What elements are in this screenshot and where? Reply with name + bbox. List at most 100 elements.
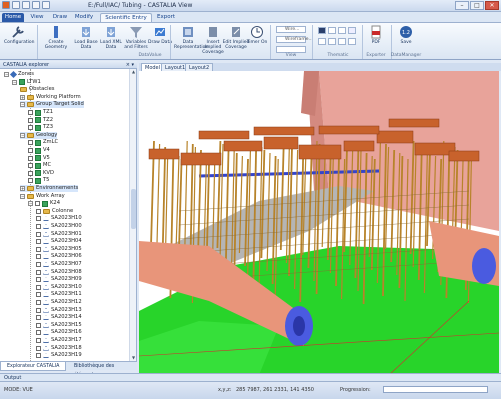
app-icon[interactable] [2,1,10,9]
explorer-scrollbar[interactable]: ▲ ▼ [129,69,136,361]
collapse-icon[interactable]: − [28,201,33,207]
visibility-checkbox[interactable] [28,163,33,169]
qat-undo-icon[interactable] [22,1,30,9]
tree-node[interactable]: + Working Platform [20,94,81,101]
tree-node[interactable]: − Group Target Solid [20,101,84,109]
tab-explorateur[interactable]: Explorateur CASTALIA [0,362,66,371]
close-button[interactable]: ✕ [485,1,499,10]
tree-node[interactable]: SA2023H10 [36,284,82,291]
tree-node[interactable]: SA2023H00 [36,223,82,230]
data-representation-button[interactable]: Data Representation [174,25,208,50]
tree-node[interactable]: SA2023H06 [36,253,82,260]
expand-icon[interactable]: + [20,94,25,100]
tab-draw[interactable]: Draw [50,13,70,22]
visibility-checkbox[interactable] [36,246,41,252]
visibility-checkbox[interactable] [36,292,41,298]
tree-node[interactable]: V5 [28,155,50,162]
pdf-button[interactable]: PDF [362,25,390,45]
collapse-icon[interactable]: − [20,132,25,138]
tree-node[interactable]: SA2023H05 [36,246,82,253]
tree-node[interactable]: − K24 [28,200,60,207]
tab-export[interactable]: Export [155,13,177,22]
tab-view[interactable]: View [28,13,46,22]
visibility-checkbox[interactable] [36,224,41,229]
tree-node[interactable]: MC [28,162,51,169]
tree-node[interactable]: SA2023H11 [36,291,82,298]
line-style-swatch[interactable] [338,27,346,34]
visibility-checkbox[interactable] [36,262,41,267]
tree-node[interactable]: ZmLC [28,139,58,146]
tree-node[interactable]: TZ3 [28,124,53,131]
render-mode-combo[interactable]: Wire... [276,26,306,33]
load-xml-data-button[interactable]: Load XML Data [97,25,125,50]
visibility-checkbox[interactable] [36,300,41,305]
tab-modify[interactable]: Modify [72,13,96,22]
tree-node[interactable]: SA2023H18 [36,345,82,352]
visibility-checkbox[interactable] [36,338,41,343]
tree-node[interactable]: − LTW1 [12,79,41,86]
tree-node[interactable]: V4 [28,147,50,154]
expand-icon[interactable]: + [20,186,25,191]
tree-node[interactable]: SA2023H16 [36,329,82,336]
qat-save-icon[interactable] [12,1,20,9]
visibility-checkbox[interactable] [36,239,41,245]
thematic-option-2[interactable] [328,38,336,45]
tree-node[interactable]: Obstacles [20,86,54,93]
collapse-icon[interactable]: − [20,102,25,108]
tab-scientific-entry[interactable]: Scientific Entry [100,13,152,22]
tree-node[interactable]: KVD [28,170,54,177]
visibility-checkbox[interactable] [36,307,41,313]
tree-node[interactable]: − Geology [20,131,58,139]
visibility-checkbox[interactable] [36,269,41,275]
configuration-button[interactable]: Configuration [4,25,35,45]
tree-node[interactable]: SA2023H01 [36,231,82,238]
qat-customize-icon[interactable] [42,1,50,9]
visibility-checkbox[interactable] [28,155,33,161]
visibility-checkbox[interactable] [36,231,41,237]
thematic-option-4[interactable] [348,38,356,45]
visibility-checkbox[interactable] [28,178,33,184]
visibility-checkbox[interactable] [28,110,33,115]
save-button[interactable]: 1.2 Save [392,25,420,45]
collapse-icon[interactable]: − [4,72,9,77]
tree-node[interactable]: SA2023H07 [36,261,82,268]
tree-node[interactable]: TZ2 [28,117,53,124]
tree-node[interactable]: SA2023H08 [36,269,82,276]
visibility-checkbox[interactable] [36,284,41,290]
collapse-icon[interactable]: − [20,193,25,199]
tree-node[interactable]: T5 [28,177,49,184]
scroll-up-icon[interactable]: ▲ [130,69,137,75]
view-combo[interactable] [276,46,306,53]
explorer-pin-button[interactable]: × ▾ [126,61,134,69]
visibility-checkbox[interactable] [28,117,33,123]
load-base-data-button[interactable]: Load Base Data [72,25,100,50]
visibility-checkbox[interactable] [36,254,41,260]
thematic-option-1[interactable] [318,38,326,45]
tree-node[interactable]: SA2023H04 [36,238,82,245]
wireframe-combo[interactable]: Wireframe... [276,36,313,43]
visibility-checkbox[interactable] [36,216,41,222]
minimize-button[interactable]: – [455,1,469,10]
visibility-checkbox[interactable] [28,148,33,153]
tree-node[interactable]: SA2023H15 [36,322,82,329]
tab-layout2[interactable]: Layout2 [185,63,214,71]
output-bar[interactable]: Output [0,373,501,381]
tree-node[interactable]: TZ1 [28,109,53,116]
collapse-icon[interactable]: − [12,79,17,85]
visibility-checkbox[interactable] [35,201,40,207]
tree-node[interactable]: + Environnements [20,185,79,192]
tab-bibliotheque[interactable]: Bibliothèque des éléments [68,362,136,378]
color-swatch[interactable] [318,27,326,34]
visibility-checkbox[interactable] [36,345,41,351]
tree-node[interactable]: SA2023H13 [36,307,82,314]
qat-redo-icon[interactable] [32,1,40,9]
3d-viewport[interactable] [139,71,499,375]
tree-node[interactable]: SA2023H17 [36,337,82,344]
thematic-option-3[interactable] [338,38,346,45]
visibility-checkbox[interactable] [36,322,41,328]
tree-node[interactable]: Colonne [36,208,73,215]
visibility-checkbox[interactable] [36,315,41,321]
visibility-checkbox[interactable] [36,353,41,359]
text-style-swatch[interactable] [328,27,336,34]
tree-node[interactable]: − Work Array [20,193,65,200]
